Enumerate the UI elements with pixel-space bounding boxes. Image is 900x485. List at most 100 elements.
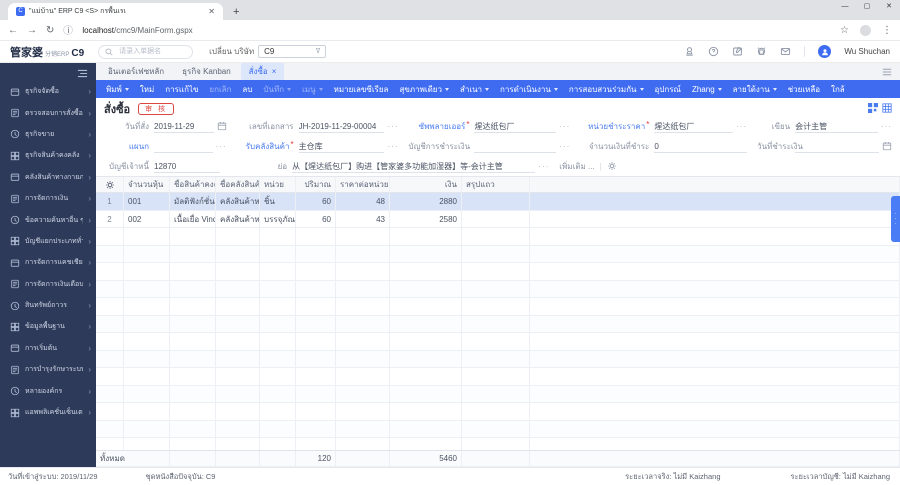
- table-row[interactable]: 1001มัลติฟังก์ชั่นแ..คลังสินค้าหลักชิ้น6…: [96, 193, 900, 211]
- table-empty-row[interactable]: [96, 315, 900, 333]
- sidebar-item-4[interactable]: ธุรกิจสินค้าคงคลัง ›: [0, 145, 96, 166]
- mail-icon[interactable]: [780, 46, 791, 57]
- document-search-box[interactable]: [98, 44, 194, 59]
- browser-tab[interactable]: C "แม่บ้าน" ERP C9 <S> กรพื้นเรเ ✕: [8, 3, 223, 20]
- tab-3[interactable]: สั่งซื้อ ×: [240, 63, 285, 80]
- ellipsis-lookup-button[interactable]: ···: [556, 142, 570, 151]
- forward-icon[interactable]: →: [27, 25, 37, 36]
- field-value[interactable]: [154, 140, 213, 153]
- table-empty-row[interactable]: [96, 420, 900, 438]
- toolbar-item-16[interactable]: ช่วยเหลือ: [788, 83, 820, 96]
- field-value[interactable]: 0: [654, 140, 748, 153]
- table-empty-row[interactable]: [96, 385, 900, 403]
- toolbar-item-3[interactable]: การแก้ไข: [165, 83, 198, 96]
- field-value[interactable]: 煋达纸包厂: [474, 120, 557, 133]
- tab-1[interactable]: อินเตอร์เฟซหลัก: [100, 63, 172, 80]
- toolbar-item-17[interactable]: ใกล้: [831, 83, 845, 96]
- toolbar-item-11[interactable]: การดำเนินงาน: [500, 83, 558, 96]
- sidebar-item-2[interactable]: ตรวจสอบการสั่งซื้อ ›: [0, 102, 96, 123]
- site-info-icon[interactable]: i: [63, 25, 74, 35]
- more-fields-control[interactable]: เพิ่มเติม ... |: [559, 160, 712, 173]
- gear-icon[interactable]: [607, 161, 617, 171]
- toolbar-item-13[interactable]: อุปกรณ์: [655, 83, 681, 96]
- user-avatar[interactable]: [818, 45, 832, 58]
- table-empty-row[interactable]: [96, 228, 900, 246]
- feedback-note-icon[interactable]: [732, 46, 743, 57]
- toolbar-item-15[interactable]: ลายใต้งาน: [733, 83, 777, 96]
- toolbar-item-12[interactable]: การสอบสวนร่วมกัน: [569, 83, 644, 96]
- browser-profile-icon[interactable]: [860, 24, 871, 36]
- sidebar-item-16[interactable]: แอพพลิเคชั่นเซ็นเตอร์ ›: [0, 402, 96, 423]
- sidebar-item-8[interactable]: บัญชีแยกประเภททั่วไป ›: [0, 231, 96, 252]
- new-tab-button[interactable]: +: [233, 6, 239, 18]
- ellipsis-lookup-button[interactable]: ···: [556, 122, 570, 131]
- sidebar-item-3[interactable]: ธุรกิจขาย ›: [0, 124, 96, 145]
- table-empty-row[interactable]: [96, 298, 900, 316]
- ellipsis-lookup-button[interactable]: ···: [384, 142, 398, 151]
- table-empty-row[interactable]: [96, 403, 900, 421]
- back-icon[interactable]: ←: [8, 25, 18, 36]
- user-name[interactable]: Wu Shuchan: [844, 47, 890, 56]
- sidebar-item-12[interactable]: ข้อมูลพื้นฐาน ›: [0, 316, 96, 337]
- field-value[interactable]: JH-2019-11-29-00004: [298, 120, 385, 133]
- refresh-icon[interactable]: ↻: [46, 25, 54, 36]
- company-select[interactable]: C9 ᐁ: [258, 45, 327, 58]
- sidebar-collapse-icon[interactable]: [0, 63, 96, 81]
- table-empty-row[interactable]: [96, 280, 900, 298]
- toolbar-item-14[interactable]: Zhang: [692, 85, 722, 94]
- browser-menu-dots-icon[interactable]: ⋮: [882, 25, 892, 36]
- field-value[interactable]: 煋达纸包厂: [654, 120, 734, 133]
- table-row[interactable]: 2002เนื้อเยื่อ Vindaคลังสินค้าหลักบรรจุภ…: [96, 210, 900, 228]
- field-value[interactable]: 2019-11-29: [154, 120, 214, 133]
- sidebar-item-7[interactable]: ข้อความค้นหาอื่น ๆ ›: [0, 209, 96, 230]
- tab-close-icon[interactable]: ✕: [208, 7, 215, 16]
- table-empty-row[interactable]: [96, 368, 900, 386]
- sidebar-item-15[interactable]: หลายองค์กร ›: [0, 380, 96, 401]
- toolbar-item-5[interactable]: ลบ: [242, 83, 252, 96]
- calendar-icon[interactable]: [214, 121, 227, 131]
- window-maximize-button[interactable]: ▢: [856, 0, 878, 14]
- calendar-icon[interactable]: [879, 141, 892, 151]
- ellipsis-lookup-button[interactable]: ···: [384, 122, 398, 131]
- sidebar-item-13[interactable]: การเริ่มต้น ›: [0, 338, 96, 359]
- seal-stamp-icon[interactable]: [684, 46, 695, 57]
- toolbar-item-2[interactable]: ใหม่: [140, 83, 154, 96]
- bookmark-star-icon[interactable]: ☆: [840, 25, 849, 36]
- sidebar-item-5[interactable]: คลังสินค้าทางกายภาพ ›: [0, 167, 96, 188]
- table-empty-row[interactable]: [96, 350, 900, 368]
- search-input[interactable]: [117, 47, 188, 56]
- table-empty-row[interactable]: [96, 438, 900, 450]
- field-value[interactable]: [474, 140, 557, 153]
- ellipsis-lookup-button[interactable]: ···: [878, 122, 892, 131]
- sidebar-item-11[interactable]: สินทรัพย์ถาวร ›: [0, 295, 96, 316]
- field-value[interactable]: 主仓库: [298, 140, 385, 153]
- field-value[interactable]: 从【煋达纸包厂】购进【管家婆多功能加湿器】等-会计主管: [292, 160, 536, 173]
- close-icon[interactable]: ×: [272, 67, 277, 76]
- toolbar-item-10[interactable]: สำเนา: [460, 83, 490, 96]
- window-minimize-button[interactable]: —: [834, 0, 856, 14]
- toolbar-item-1[interactable]: พิมพ์: [106, 83, 129, 96]
- sidebar-item-1[interactable]: ธุรกิจจัดซื้อ ›: [0, 81, 96, 102]
- toolbar-item-9[interactable]: สุขภาพเดียว: [399, 83, 449, 96]
- sidebar-item-10[interactable]: การจัดการเงินเดือน ›: [0, 274, 96, 295]
- toolbar-item-8[interactable]: หมายเลขซีเรียล: [334, 83, 389, 96]
- qr-code-icon[interactable]: [868, 103, 878, 115]
- grid-view-icon[interactable]: [882, 103, 892, 115]
- ellipsis-lookup-button[interactable]: ···: [213, 142, 227, 151]
- help-icon[interactable]: [708, 46, 719, 57]
- tab-2[interactable]: ธุรกิจ Kanban: [174, 63, 239, 80]
- ellipsis-lookup-button[interactable]: ···: [535, 162, 549, 171]
- table-empty-row[interactable]: [96, 245, 900, 263]
- sidebar-item-6[interactable]: การจัดการเงิน ›: [0, 188, 96, 209]
- sidebar-item-9[interactable]: การจัดการแคชเชียร์ ›: [0, 252, 96, 273]
- ellipsis-lookup-button[interactable]: ···: [733, 122, 747, 131]
- window-close-button[interactable]: ✕: [878, 0, 900, 14]
- url-text[interactable]: localhost/cmc9/MainForm.gspx: [82, 26, 192, 35]
- table-empty-row[interactable]: [96, 263, 900, 281]
- notification-bell-icon[interactable]: [756, 46, 767, 57]
- table-empty-row[interactable]: [96, 333, 900, 351]
- tab-list-menu-icon[interactable]: [882, 68, 896, 76]
- field-value[interactable]: 12870: [154, 160, 221, 173]
- field-value[interactable]: 会计主管: [795, 120, 878, 133]
- field-value[interactable]: [795, 140, 879, 153]
